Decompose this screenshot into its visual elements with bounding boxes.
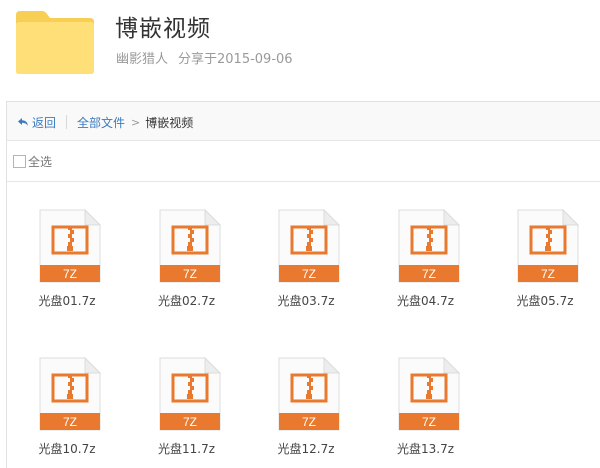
file-type-label: 7Z xyxy=(63,267,77,281)
file-item[interactable]: 7Z 光盘01.7z xyxy=(7,182,117,308)
file-type-label: 7Z xyxy=(421,267,435,281)
breadcrumb-chevron-icon: > xyxy=(131,115,141,129)
file-type-label: 7Z xyxy=(182,267,196,281)
file-item[interactable]: 7Z 光盘02.7z xyxy=(127,182,237,308)
file-item[interactable]: 7Z 光盘11.7z xyxy=(127,330,237,456)
select-all-label: 全选 xyxy=(28,155,53,169)
file-type-label: 7Z xyxy=(302,267,316,281)
file-name: 光盘13.7z xyxy=(396,442,455,456)
share-owner[interactable]: 幽影猎人 xyxy=(116,52,168,67)
breadcrumb: 返回 全部文件 > 博嵌视频 xyxy=(17,114,193,130)
share-title: 博嵌视频 xyxy=(115,16,211,42)
breadcrumb-divider xyxy=(66,115,68,129)
breadcrumb-toolbar: 返回 全部文件 > 博嵌视频 xyxy=(7,102,600,141)
share-meta: 幽影猎人 分享于2015-09-06 xyxy=(116,48,293,67)
file-grid: 7Z 光盘01.7z 7Z 光盘02.7z 7Z 光盘03.7z 7Z 光盘04… xyxy=(7,182,600,468)
file-name: 光盘10.7z xyxy=(38,442,96,456)
file-item[interactable]: 7Z 光盘03.7z xyxy=(246,182,356,308)
archive-file-icon: 7Z xyxy=(39,208,102,283)
file-item[interactable]: 7Z 光盘10.7z xyxy=(7,330,117,456)
file-name: 光盘12.7z xyxy=(277,442,335,456)
share-header: 博嵌视频 幽影猎人 分享于2015-09-06 xyxy=(0,0,600,92)
back-arrow-icon xyxy=(18,118,28,126)
checkbox-icon[interactable] xyxy=(13,155,26,168)
archive-file-icon: 7Z xyxy=(278,356,341,431)
archive-file-icon: 7Z xyxy=(398,356,460,431)
file-panel: 返回 全部文件 > 博嵌视频 全选 7Z 光盘01.7z 7Z 光盘02.7z … xyxy=(6,101,600,468)
archive-file-icon: 7Z xyxy=(517,208,580,283)
folder-icon xyxy=(16,11,94,74)
file-item[interactable]: 7Z 光盘13.7z xyxy=(366,330,476,456)
file-item[interactable]: 7Z 光盘04.7z xyxy=(366,182,476,308)
archive-file-icon: 7Z xyxy=(159,208,221,283)
file-name: 光盘01.7z xyxy=(38,294,96,308)
file-type-label: 7Z xyxy=(63,415,77,429)
file-name: 光盘04.7z xyxy=(396,294,455,308)
file-type-label: 7Z xyxy=(421,415,435,429)
select-bar: 全选 xyxy=(7,141,600,182)
breadcrumb-root-link[interactable]: 全部文件 xyxy=(77,114,125,131)
file-name: 光盘02.7z xyxy=(157,294,216,308)
archive-file-icon: 7Z xyxy=(278,208,341,283)
file-type-label: 7Z xyxy=(541,267,555,281)
archive-file-icon: 7Z xyxy=(398,208,460,283)
select-all-checkbox[interactable]: 全选 xyxy=(13,153,52,170)
share-date: 分享于2015-09-06 xyxy=(178,52,293,67)
archive-file-icon: 7Z xyxy=(39,356,102,431)
share-page: 博嵌视频 幽影猎人 分享于2015-09-06 返回 全部文件 > 博嵌视频 全… xyxy=(0,0,600,468)
file-name: 光盘11.7z xyxy=(157,442,216,456)
file-name: 光盘05.7z xyxy=(516,294,574,308)
file-item[interactable]: 7Z 光盘05.7z xyxy=(485,182,595,308)
file-item[interactable]: 7Z 光盘12.7z xyxy=(246,330,356,456)
breadcrumb-current-folder: 博嵌视频 xyxy=(145,115,194,130)
archive-file-icon: 7Z xyxy=(159,356,221,431)
file-name: 光盘03.7z xyxy=(277,294,335,308)
back-button[interactable]: 返回 xyxy=(17,114,56,131)
file-type-label: 7Z xyxy=(302,415,316,429)
file-type-label: 7Z xyxy=(182,415,196,429)
back-label: 返回 xyxy=(32,115,57,130)
